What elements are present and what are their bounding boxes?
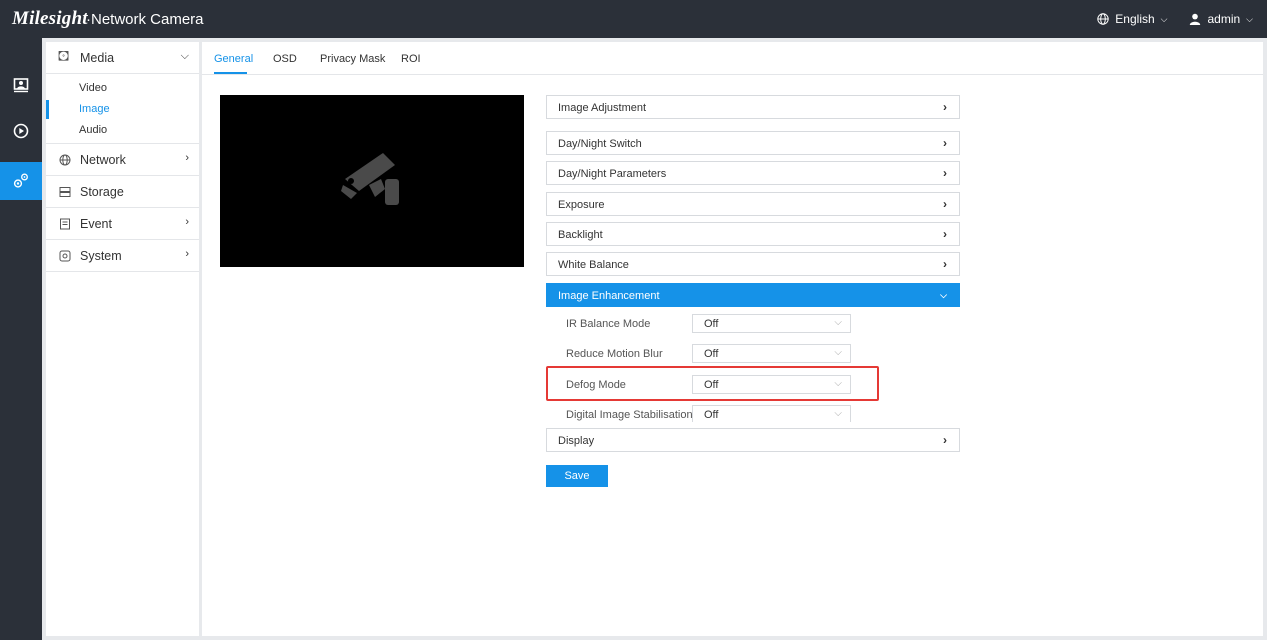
sidebar-subitem-audio[interactable]: Audio bbox=[46, 120, 199, 141]
user-label: admin bbox=[1207, 12, 1241, 26]
playback-icon bbox=[13, 123, 29, 139]
sidebar-item-event[interactable]: Event › bbox=[46, 208, 199, 240]
image-enhancement-panel[interactable]: Image Enhancement ⌵ bbox=[546, 283, 960, 307]
image-adjustment-panel[interactable]: Image Adjustment › bbox=[546, 95, 960, 119]
sidebar-item-label: Event bbox=[80, 216, 112, 231]
icon-bar bbox=[0, 38, 42, 640]
system-icon bbox=[59, 250, 71, 261]
product-name: ·Network Camera bbox=[86, 11, 204, 28]
sidebar-item-label: Network bbox=[80, 152, 126, 167]
brand-logo[interactable]: Milesight bbox=[12, 8, 88, 30]
chevron-down-icon: ⌵ bbox=[940, 290, 947, 300]
sidebar: 🖸 Media ⌵ Video Image Audio Network › St… bbox=[46, 42, 199, 636]
sidebar-item-label: Storage bbox=[80, 184, 124, 199]
user-menu[interactable]: admin ⌵ bbox=[1189, 12, 1253, 26]
chevron-right-icon: › bbox=[943, 166, 947, 180]
select-value: Off bbox=[704, 348, 719, 360]
panel-label: Backlight bbox=[558, 229, 603, 241]
select-value: Off bbox=[704, 318, 719, 330]
chevron-right-icon: › bbox=[943, 433, 947, 447]
reduce-motion-blur-label: Reduce Motion Blur bbox=[566, 348, 663, 360]
sidebar-item-media[interactable]: 🖸 Media ⌵ bbox=[46, 42, 199, 74]
day-night-switch-panel[interactable]: Day/Night Switch › bbox=[546, 131, 960, 155]
tab-bar: General OSD Privacy Mask ROI bbox=[202, 42, 1263, 75]
sidebar-item-label: System bbox=[80, 248, 122, 263]
panel-label: Image Enhancement bbox=[558, 290, 660, 302]
user-icon bbox=[1190, 13, 1201, 25]
live-view-button[interactable] bbox=[0, 66, 42, 104]
panel-label: Image Adjustment bbox=[558, 102, 647, 114]
select-value: Off bbox=[704, 409, 719, 421]
panel-label: White Balance bbox=[558, 259, 629, 271]
sidebar-subitem-video[interactable]: Video bbox=[46, 78, 199, 99]
media-submenu: Video Image Audio bbox=[46, 74, 199, 144]
language-label: English bbox=[1115, 12, 1155, 26]
tab-roi[interactable]: ROI bbox=[401, 53, 421, 65]
chevron-down-icon: ⌵ bbox=[834, 378, 842, 389]
digital-image-stabilisation-select[interactable]: Off ⌵ bbox=[692, 405, 851, 422]
settings-button[interactable] bbox=[0, 162, 42, 200]
sidebar-item-system[interactable]: System › bbox=[46, 240, 199, 272]
chevron-right-icon: › bbox=[943, 136, 947, 150]
chevron-right-icon: › bbox=[943, 227, 947, 241]
chevron-right-icon: › bbox=[943, 100, 947, 114]
defog-mode-select[interactable]: Off ⌵ bbox=[692, 375, 851, 394]
chevron-right-icon: › bbox=[943, 257, 947, 271]
globe-icon bbox=[1097, 13, 1109, 25]
save-button[interactable]: Save bbox=[546, 465, 608, 487]
exposure-panel[interactable]: Exposure › bbox=[546, 192, 960, 216]
language-selector[interactable]: English ⌵ bbox=[1097, 12, 1167, 26]
chevron-right-icon: › bbox=[943, 197, 947, 211]
chevron-down-icon: ⌵ bbox=[1246, 13, 1253, 24]
ir-balance-mode-select[interactable]: Off ⌵ bbox=[692, 314, 851, 333]
chevron-down-icon: ⌵ bbox=[834, 317, 842, 328]
main-content: General OSD Privacy Mask ROI Image Adjus… bbox=[202, 42, 1263, 636]
select-value: Off bbox=[704, 379, 719, 391]
sidebar-item-label: Media bbox=[80, 50, 115, 65]
live-view-icon bbox=[13, 78, 29, 93]
chevron-down-icon: ⌵ bbox=[180, 50, 189, 62]
panel-label: Display bbox=[558, 435, 595, 447]
panel-label: Exposure bbox=[558, 199, 605, 211]
white-balance-panel[interactable]: White Balance › bbox=[546, 252, 960, 276]
sidebar-subitem-image[interactable]: Image bbox=[46, 99, 199, 120]
active-tab-indicator bbox=[214, 72, 247, 74]
ir-balance-mode-label: IR Balance Mode bbox=[566, 318, 651, 330]
chevron-right-icon: › bbox=[185, 216, 189, 228]
sidebar-item-storage[interactable]: Storage bbox=[46, 176, 199, 208]
digital-image-stabilisation-label: Digital Image Stabilisation bbox=[566, 409, 693, 421]
display-panel[interactable]: Display › bbox=[546, 428, 960, 452]
tab-osd[interactable]: OSD bbox=[273, 53, 297, 65]
chevron-right-icon: › bbox=[185, 248, 189, 260]
playback-button[interactable] bbox=[0, 112, 42, 150]
day-night-parameters-panel[interactable]: Day/Night Parameters › bbox=[546, 161, 960, 185]
sidebar-item-network[interactable]: Network › bbox=[46, 144, 199, 176]
tab-general[interactable]: General bbox=[214, 53, 253, 65]
globe-icon bbox=[59, 154, 71, 165]
backlight-panel[interactable]: Backlight › bbox=[546, 222, 960, 246]
panel-label: Day/Night Parameters bbox=[558, 168, 667, 180]
event-icon bbox=[60, 218, 70, 229]
reduce-motion-blur-select[interactable]: Off ⌵ bbox=[692, 344, 851, 363]
chevron-down-icon: ⌵ bbox=[1160, 13, 1168, 24]
media-icon: 🖸 bbox=[58, 49, 70, 63]
storage-icon bbox=[59, 186, 71, 197]
chevron-right-icon: › bbox=[185, 152, 189, 164]
tab-privacy-mask[interactable]: Privacy Mask bbox=[320, 53, 385, 65]
top-bar: Milesight ·Network Camera English ⌵ admi… bbox=[0, 0, 1267, 38]
panel-label: Day/Night Switch bbox=[558, 138, 642, 150]
camera-placeholder-icon bbox=[341, 153, 399, 205]
settings-icon bbox=[13, 173, 28, 188]
defog-mode-label: Defog Mode bbox=[566, 379, 626, 391]
video-preview bbox=[220, 95, 524, 267]
chevron-down-icon: ⌵ bbox=[834, 347, 842, 358]
chevron-down-icon: ⌵ bbox=[834, 408, 842, 419]
